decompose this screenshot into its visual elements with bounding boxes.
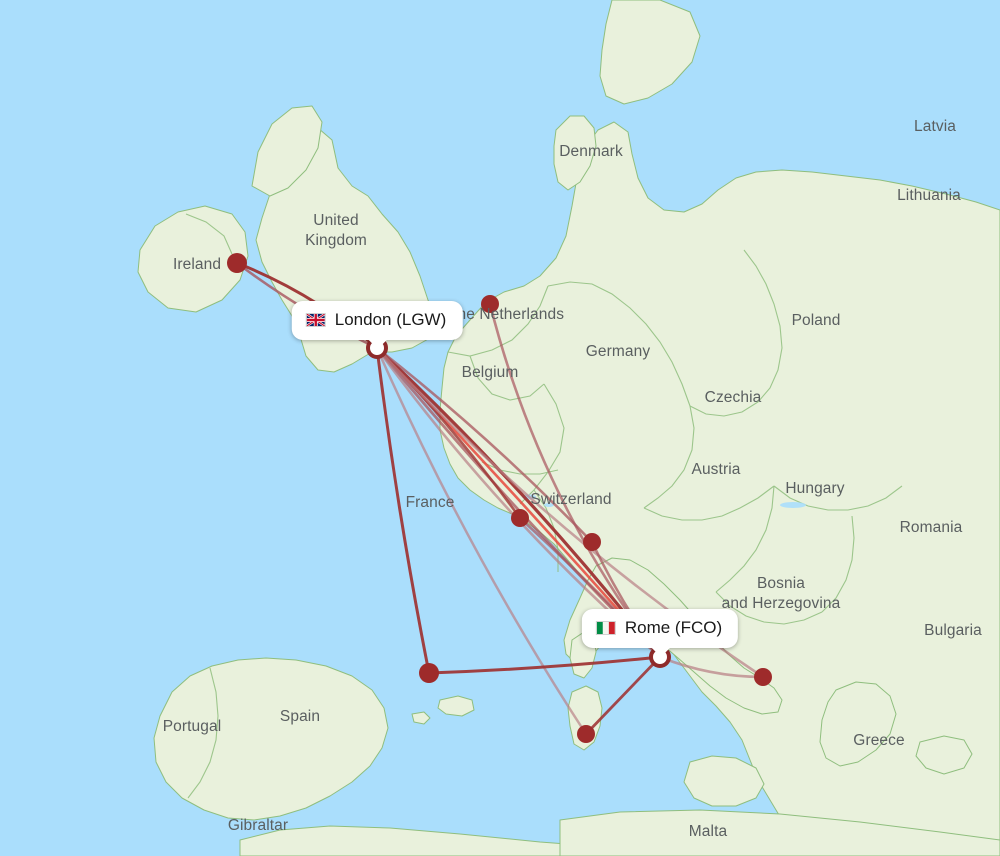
destination-marker-cagliari[interactable] (577, 725, 595, 743)
destination-marker-milan[interactable] (583, 533, 601, 551)
destination-marker-turin[interactable] (511, 509, 529, 527)
flag-icon-italy (595, 621, 616, 635)
destination-marker-dublin[interactable] (227, 253, 247, 273)
place-tooltip-label: London (LGW) (334, 310, 447, 329)
place-tooltip-fco[interactable]: Rome (FCO) (581, 609, 739, 657)
destination-marker-bari[interactable] (754, 668, 772, 686)
map-canvas (0, 0, 1000, 856)
destination-marker-barcelona[interactable] (419, 663, 439, 683)
flight-route-map[interactable]: Ireland United Kingdom Denmark Latvia Lithua… (0, 0, 1000, 856)
flag-icon-uk (305, 313, 326, 327)
destination-marker-amsterdam[interactable] (481, 295, 499, 313)
place-tooltip-label: Rome (FCO) (624, 618, 723, 637)
place-tooltip-lgw[interactable]: London (LGW) (291, 301, 463, 349)
